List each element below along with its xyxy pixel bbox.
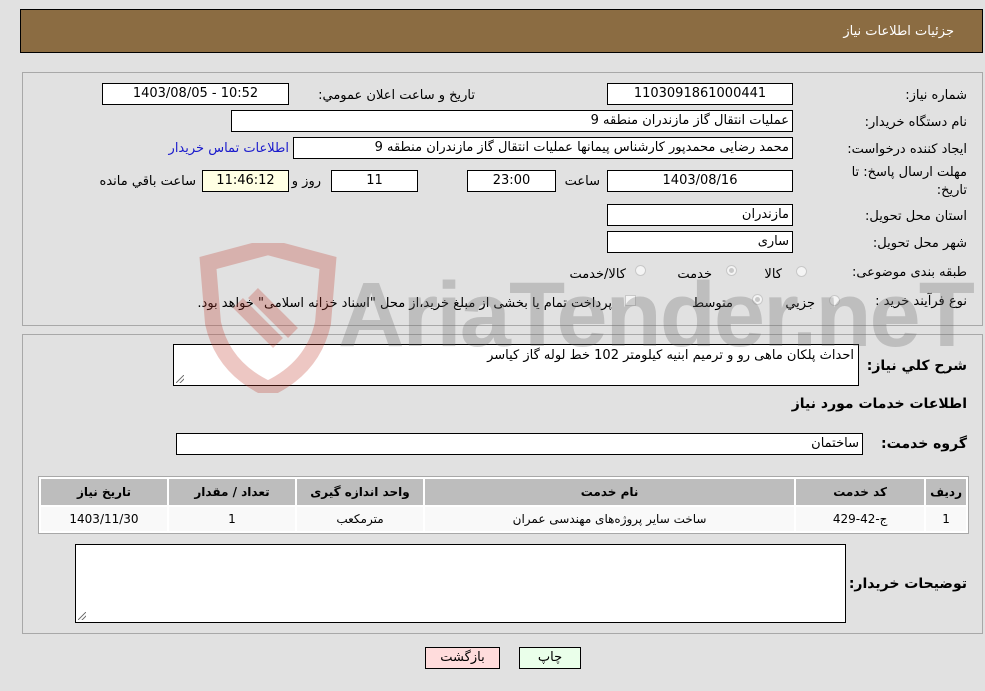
col-row-number: ردیف [926, 479, 966, 505]
category-option-goods: کالا [764, 267, 782, 282]
back-button[interactable]: بازگشت [425, 647, 500, 669]
deadline-label-line1: مهلت ارسال پاسخ: تا [851, 165, 967, 180]
category-radio-goods-service[interactable] [635, 265, 646, 276]
col-service-code: کد خدمت [796, 479, 925, 505]
city-label: شهر محل تحویل: [872, 236, 967, 251]
page-header: جزئیات اطلاعات نیاز [20, 9, 983, 53]
process-option-minor: جزيي [785, 296, 815, 311]
province-label: استان محل تحویل: [865, 209, 967, 224]
page-title: جزئیات اطلاعات نیاز [843, 24, 954, 39]
resize-grip-icon[interactable] [176, 375, 184, 383]
description-textarea[interactable]: احداث پلکان ماهی رو و ترمیم ابنیه کیلومت… [173, 344, 859, 386]
col-service-name: نام خدمت [425, 479, 795, 505]
cell-unit: مترمکعب [297, 507, 423, 531]
province-field[interactable]: مازندران [607, 204, 793, 226]
buyer-contact-link[interactable]: اطلاعات تماس خریدار [169, 141, 289, 156]
buyer-org-field[interactable]: عملیات انتقال گاز مازندران منطقه 9 [231, 110, 793, 132]
service-group-label: گروه خدمت: [881, 436, 967, 452]
remaining-days-label: روز و [291, 174, 321, 189]
requester-label: ایجاد کننده درخواست: [847, 142, 967, 157]
treasury-note: پرداخت تمام یا بخشی از مبلغ خرید،از محل … [197, 296, 612, 311]
col-quantity: تعداد / مقدار [169, 479, 295, 505]
buyer-org-label: نام دستگاه خریدار: [864, 115, 967, 130]
category-option-service: خدمت [677, 267, 712, 282]
table-header-row: ردیف کد خدمت نام خدمت واحد اندازه گیری ت… [41, 479, 966, 505]
cell-quantity: 1 [169, 507, 295, 531]
announce-datetime-label: تاریخ و ساعت اعلان عمومي: [318, 88, 475, 103]
services-table: ردیف کد خدمت نام خدمت واحد اندازه گیری ت… [39, 477, 968, 533]
cell-row-number: 1 [926, 507, 966, 531]
remaining-time-label: ساعت باقي مانده [99, 174, 196, 189]
cell-service-name: ساخت سایر پروژه‌های مهندسی عمران [425, 507, 795, 531]
deadline-date-field[interactable]: 1403/08/16 [607, 170, 793, 192]
col-unit: واحد اندازه گیری [297, 479, 423, 505]
print-button[interactable]: چاپ [519, 647, 581, 669]
process-radio-minor[interactable] [829, 295, 840, 306]
cell-service-code: ج-42-429 [796, 507, 925, 531]
buyer-notes-label: توضیحات خریدار: [848, 576, 967, 592]
description-label: شرح كلي نياز: [866, 358, 967, 374]
resize-grip-icon[interactable] [78, 612, 86, 620]
category-label: طبقه بندی موضوعی: [851, 265, 967, 280]
col-need-date: تاریخ نیاز [41, 479, 167, 505]
table-row: 1 ج-42-429 ساخت سایر پروژه‌های مهندسی عم… [41, 507, 966, 531]
treasury-checkbox[interactable] [625, 295, 636, 306]
requester-field[interactable]: محمد رضایی محمدپور کارشناس پیمانها عملیا… [293, 137, 793, 159]
need-number-label: شماره نیاز: [905, 88, 967, 103]
cell-need-date: 1403/11/30 [41, 507, 167, 531]
remaining-time-field: 11:46:12 [202, 170, 289, 192]
city-field[interactable]: ساری [607, 231, 793, 253]
process-radio-medium[interactable] [752, 294, 763, 305]
service-group-field[interactable]: ساختمان [176, 433, 863, 455]
category-radio-service[interactable] [726, 265, 737, 276]
need-number-field[interactable]: 1103091861000441 [607, 83, 793, 105]
deadline-label-line2: تاریخ: [936, 183, 967, 198]
process-type-label: نوع فرآیند خرید : [875, 294, 967, 309]
category-radio-goods[interactable] [796, 266, 807, 277]
process-option-medium: متوسط [692, 296, 733, 311]
services-section-title: اطلاعات خدمات مورد نیاز [791, 396, 967, 412]
buyer-notes-textarea[interactable] [75, 544, 846, 623]
remaining-days-field: 11 [331, 170, 418, 192]
deadline-time-field[interactable]: 23:00 [467, 170, 556, 192]
category-option-goods-service: کالا/خدمت [569, 267, 626, 282]
services-table-wrap: ردیف کد خدمت نام خدمت واحد اندازه گیری ت… [38, 476, 969, 534]
description-text: احداث پلکان ماهی رو و ترمیم ابنیه کیلومت… [487, 348, 854, 363]
announce-datetime-field[interactable]: 1403/08/05 - 10:52 [102, 83, 289, 105]
deadline-time-label: ساعت [564, 174, 600, 189]
